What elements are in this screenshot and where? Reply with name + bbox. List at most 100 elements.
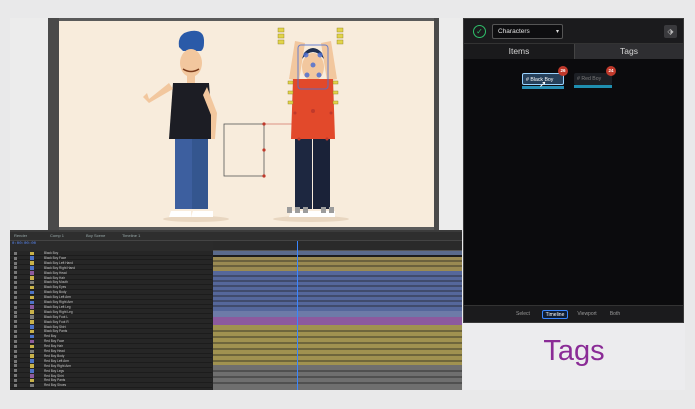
label-color-swatch[interactable] (30, 305, 34, 309)
eye-icon[interactable] (14, 325, 17, 329)
layer-row[interactable]: Black Boy Pants (10, 329, 212, 334)
eye-icon[interactable] (14, 384, 17, 388)
timeline-button[interactable]: Timeline (542, 310, 568, 319)
eye-icon[interactable] (14, 354, 17, 358)
eye-icon[interactable] (14, 359, 17, 363)
label-color-swatch[interactable] (30, 339, 34, 344)
eye-icon[interactable] (14, 290, 17, 294)
eye-icon[interactable] (14, 335, 17, 339)
label-color-swatch[interactable] (30, 349, 34, 353)
label-color-swatch[interactable] (30, 329, 34, 334)
label-color-swatch[interactable] (30, 290, 34, 295)
label-color-swatch[interactable] (30, 251, 34, 255)
label-color-swatch[interactable] (30, 266, 34, 270)
composition-canvas[interactable] (59, 21, 434, 227)
eye-icon[interactable] (14, 369, 17, 373)
eye-icon[interactable] (14, 295, 17, 299)
eye-icon[interactable] (14, 305, 17, 309)
layer-row[interactable]: Black Boy Left Arm (10, 295, 212, 300)
layer-row[interactable]: Black Boy Face (10, 256, 212, 261)
label-color-swatch[interactable] (30, 310, 34, 314)
eye-icon[interactable] (14, 379, 17, 383)
eye-icon[interactable] (14, 320, 17, 324)
layer-row[interactable]: Red Boy Shoes (10, 383, 212, 388)
label-color-swatch[interactable] (30, 256, 34, 260)
layer-row[interactable]: Black Boy Foot R (10, 320, 212, 325)
eye-icon[interactable] (14, 364, 17, 368)
label-color-swatch[interactable] (30, 261, 34, 265)
label-color-swatch[interactable] (30, 315, 34, 319)
layer-row[interactable]: Red Boy Hair (10, 344, 212, 349)
label-color-swatch[interactable] (30, 378, 34, 383)
viewport-button[interactable]: Viewport (573, 310, 601, 319)
category-dropdown[interactable]: Characters ▾ (492, 24, 563, 39)
eye-icon[interactable] (14, 261, 17, 265)
timeline-tab[interactable]: Comp 1 (50, 233, 64, 238)
label-color-swatch[interactable] (30, 325, 34, 329)
layer-row[interactable]: Black Boy Mouth (10, 280, 212, 285)
eye-icon[interactable] (14, 266, 17, 270)
tag-chip-red-boy[interactable]: # Red Boy (574, 73, 612, 85)
tab-tags[interactable]: Tags (574, 44, 683, 59)
layer-row[interactable]: Black Boy Left Leg (10, 305, 212, 310)
layer-row[interactable]: Red Boy Pants (10, 378, 212, 383)
eye-icon[interactable] (14, 251, 17, 255)
label-color-swatch[interactable] (30, 334, 34, 339)
timeline-tab[interactable]: Timeline 1 (122, 233, 140, 238)
eye-icon[interactable] (14, 330, 17, 334)
eye-icon[interactable] (14, 300, 17, 304)
layer-row[interactable]: Red Boy Left Arm (10, 359, 212, 364)
both-button[interactable]: Both (606, 310, 624, 319)
layer-row[interactable]: Black Boy Foot L (10, 315, 212, 320)
time-ruler[interactable] (213, 241, 462, 251)
layer-row[interactable]: Black Boy Right Arm (10, 300, 212, 305)
eye-icon[interactable] (14, 344, 17, 348)
layer-row[interactable]: Red Boy Right Arm (10, 364, 212, 369)
layer-tracks[interactable] (213, 251, 462, 390)
eye-icon[interactable] (14, 349, 17, 353)
timeline-tab[interactable]: Render (14, 233, 27, 238)
label-color-swatch[interactable] (30, 344, 34, 349)
tab-items[interactable]: Items (464, 44, 574, 59)
layer-row[interactable]: Black Boy Right Leg (10, 310, 212, 315)
layer-row[interactable]: Black Boy (10, 251, 212, 256)
layer-row[interactable]: Black Boy Body (10, 290, 212, 295)
tag-icon[interactable]: ⬗ (664, 25, 677, 38)
layer-row[interactable]: Red Boy Body (10, 354, 212, 359)
layer-row[interactable]: Red Boy Legs (10, 369, 212, 374)
label-color-swatch[interactable] (30, 354, 34, 358)
eye-icon[interactable] (14, 256, 17, 260)
select-button[interactable]: Select (512, 310, 534, 319)
layer-row[interactable]: Black Boy Eyes (10, 285, 212, 290)
layer-row[interactable]: Black Boy Head (10, 271, 212, 276)
layer-row[interactable]: Red Boy Face (10, 339, 212, 344)
playhead[interactable] (297, 241, 298, 390)
label-color-swatch[interactable] (30, 374, 34, 378)
layer-row[interactable]: Red Boy Head (10, 349, 212, 354)
label-color-swatch[interactable] (30, 369, 34, 373)
layer-row[interactable]: Black Boy Right Hand (10, 266, 212, 271)
eye-icon[interactable] (14, 315, 17, 319)
label-color-swatch[interactable] (30, 285, 34, 290)
eye-icon[interactable] (14, 281, 17, 285)
timecode[interactable]: 0:00:00:00 (12, 242, 36, 246)
eye-icon[interactable] (14, 374, 17, 378)
label-color-swatch[interactable] (30, 295, 34, 300)
eye-icon[interactable] (14, 339, 17, 343)
label-color-swatch[interactable] (30, 271, 34, 275)
layer-row[interactable]: Black Boy Shirt (10, 325, 212, 329)
eye-icon[interactable] (14, 286, 17, 290)
label-color-swatch[interactable] (30, 383, 34, 388)
timeline-tab[interactable]: Boy Scene (86, 233, 105, 238)
layer-row[interactable]: Red Boy (10, 334, 212, 339)
label-color-swatch[interactable] (30, 300, 34, 304)
layer-row[interactable]: Red Boy Shirt (10, 374, 212, 378)
label-color-swatch[interactable] (30, 364, 34, 368)
label-color-swatch[interactable] (30, 359, 34, 363)
label-color-swatch[interactable] (30, 320, 34, 324)
layer-row[interactable]: Black Boy Hair (10, 276, 212, 280)
eye-icon[interactable] (14, 310, 17, 314)
check-icon[interactable]: ✓ (473, 25, 486, 38)
eye-icon[interactable] (14, 271, 17, 275)
layer-row[interactable]: Black Boy Left Hand (10, 261, 212, 266)
